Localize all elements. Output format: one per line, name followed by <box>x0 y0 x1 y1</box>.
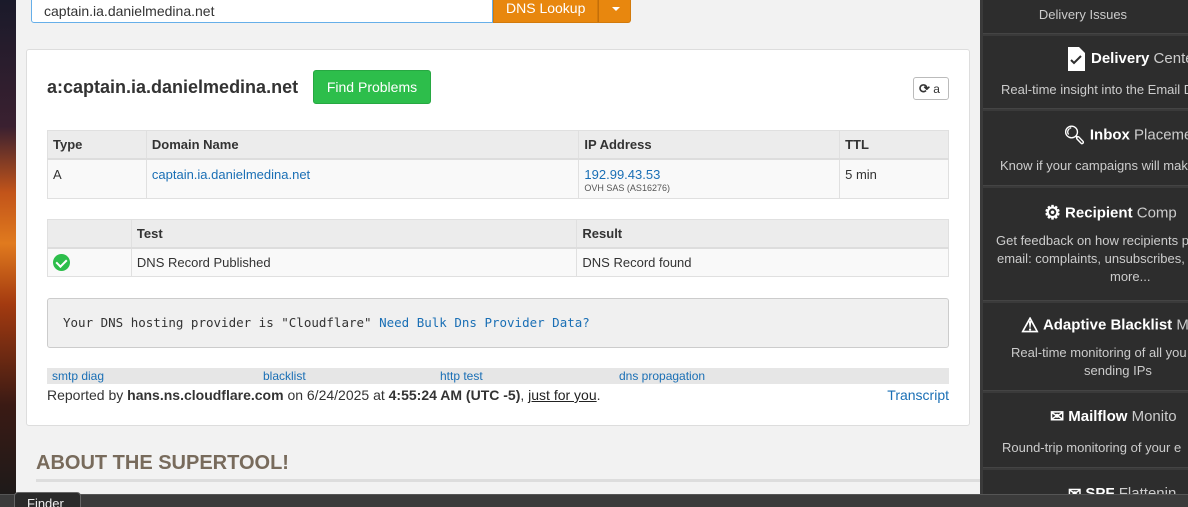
http-test-link[interactable]: http test <box>440 369 483 383</box>
col-header-test: Test <box>130 219 578 249</box>
asn-label: OVH SAS (AS16276) <box>584 182 670 193</box>
table-row: DNS Record Published DNS Record found <box>47 247 949 277</box>
sidebar-desc: Round-trip monitoring of your e <box>1002 440 1182 455</box>
warning-icon: ⚠ <box>1021 315 1039 337</box>
search-input[interactable] <box>31 0 493 23</box>
bulk-dns-link[interactable]: Need Bulk Dns Provider Data? <box>379 315 590 330</box>
sidebar-item-delivery-issues[interactable]: Delivery Issues <box>983 0 1188 34</box>
sidebar-title: SPF <box>1085 484 1115 494</box>
col-header-result: Result <box>576 219 949 249</box>
reported-period: . <box>596 387 601 403</box>
col-header-ttl: TTL <box>839 130 949 160</box>
col-header-status <box>47 219 132 249</box>
sidebar-title: Recipient <box>1065 204 1133 222</box>
search-bar: DNS Lookup <box>31 0 632 23</box>
mailbox-icon: ✉ <box>1068 484 1081 494</box>
ip-link[interactable]: 192.99.43.53 <box>584 167 660 182</box>
finder-taskbar-button[interactable]: Finder <box>14 492 81 507</box>
magnifier-icon: 🔍︎ <box>1063 125 1086 145</box>
smtp-diag-link[interactable]: smtp diag <box>52 369 104 383</box>
gears-icon: ⚙ <box>1044 203 1062 224</box>
mailbox-icon: ✉ <box>1050 407 1065 426</box>
sidebar-title-thin: Placemer <box>1134 126 1188 144</box>
results-panel: a:captain.ia.danielmedina.net Find Probl… <box>26 49 970 426</box>
right-sidebar: Delivery Issues Delivery Cente Real-time… <box>980 0 1188 494</box>
lookup-dropdown-caret-icon[interactable] <box>598 0 632 23</box>
provider-text: Your DNS hosting provider is "Cloudflare… <box>63 315 372 330</box>
sidebar-desc: email: complaints, unsubscribes, <box>997 251 1185 266</box>
blacklist-link[interactable]: blacklist <box>263 369 306 383</box>
table-row: A captain.ia.danielmedina.net 192.99.43.… <box>47 158 949 199</box>
sidebar-title-thin: Flattenin <box>1118 484 1177 494</box>
refresh-label: a <box>933 82 940 96</box>
sidebar-item-inbox-placement[interactable]: 🔍︎Inbox Placemer Know if your campaigns … <box>983 111 1188 186</box>
just-for-you-link[interactable]: just for you <box>528 387 596 403</box>
test-name: DNS Record Published <box>130 247 578 277</box>
refresh-button[interactable]: ⟳ a <box>913 77 949 100</box>
sidebar-title-thin: Cente <box>1153 49 1188 67</box>
sidebar-desc: Get feedback on how recipients p <box>996 233 1188 248</box>
col-header-ip: IP Address <box>578 130 841 160</box>
reported-date: on 6/24/2025 at <box>287 387 385 403</box>
col-header-type: Type <box>47 130 147 160</box>
quick-links-bar: smtp diag blacklist http test dns propag… <box>47 368 949 384</box>
sidebar-title: Adaptive Blacklist <box>1042 316 1173 334</box>
sidebar-desc: Know if your campaigns will mak <box>1000 158 1188 173</box>
transcript-link[interactable]: Transcript <box>887 387 949 403</box>
sidebar-item-adaptive-blacklist[interactable]: ⚠ Adaptive Blacklist M Real-time monitori… <box>983 303 1188 391</box>
sidebar-desc: Real-time insight into the Email D <box>1001 82 1188 97</box>
main-content: DNS Lookup a:captain.ia.danielmedina.net… <box>16 0 980 494</box>
reported-comma: , <box>520 387 525 403</box>
reported-prefix: Reported by <box>47 387 124 403</box>
sidebar-item-recipient-complaints[interactable]: ⚙ Recipient Comp Get feedback on how reci… <box>983 188 1188 301</box>
sidebar-title: Delivery <box>1091 49 1150 67</box>
sidebar-title-thin: M <box>1176 316 1188 334</box>
divider <box>36 479 980 482</box>
records-table: Type Domain Name IP Address TTL A captai… <box>47 130 949 199</box>
reported-by-line: Reported by hans.ns.cloudflare.com on 6/… <box>47 387 601 403</box>
record-type: A <box>47 158 147 199</box>
sidebar-item-mailflow-monitor[interactable]: ✉ Mailflow Monito Round-trip monitoring o… <box>983 393 1188 468</box>
taskbar <box>0 494 1188 507</box>
document-icon <box>1068 47 1085 71</box>
sidebar-title: Inbox <box>1089 126 1130 144</box>
sidebar-title: Mailflow <box>1068 407 1128 425</box>
refresh-icon: ⟳ <box>919 81 930 96</box>
reported-time: 4:55:24 AM (UTC -5) <box>388 387 521 403</box>
about-heading: ABOUT THE SUPERTOOL! <box>36 452 289 474</box>
ttl-value: 5 min <box>839 158 949 199</box>
sidebar-desc: sending IPs <box>1084 363 1152 378</box>
test-result: DNS Record found <box>576 247 949 277</box>
sidebar-desc: Real-time monitoring of all you <box>1011 345 1187 360</box>
sidebar-item-delivery-center[interactable]: Delivery Cente Real-time insight into th… <box>983 36 1188 109</box>
find-problems-button[interactable]: Find Problems <box>313 70 431 104</box>
sidebar-title-thin: Monito <box>1131 407 1177 425</box>
col-header-domain: Domain Name <box>145 130 580 160</box>
sidebar-title-thin: Comp <box>1136 204 1177 222</box>
sidebar-desc: Delivery Issues <box>1038 7 1128 22</box>
dns-provider-box: Your DNS hosting provider is "Cloudflare… <box>47 298 949 348</box>
tests-table: Test Result DNS Record Published DNS Rec… <box>47 219 949 277</box>
sidebar-desc: more... <box>1110 269 1151 284</box>
domain-link[interactable]: captain.ia.danielmedina.net <box>152 167 310 182</box>
dns-propagation-link[interactable]: dns propagation <box>619 369 705 383</box>
dns-lookup-button[interactable]: DNS Lookup <box>493 0 599 23</box>
reported-server: hans.ns.cloudflare.com <box>127 387 284 403</box>
desktop-wallpaper <box>0 0 16 507</box>
check-circle-icon <box>53 253 70 271</box>
panel-title: a:captain.ia.danielmedina.net <box>47 77 299 97</box>
sidebar-item-spf-flattening[interactable]: ✉ SPF Flattenin <box>983 470 1188 494</box>
